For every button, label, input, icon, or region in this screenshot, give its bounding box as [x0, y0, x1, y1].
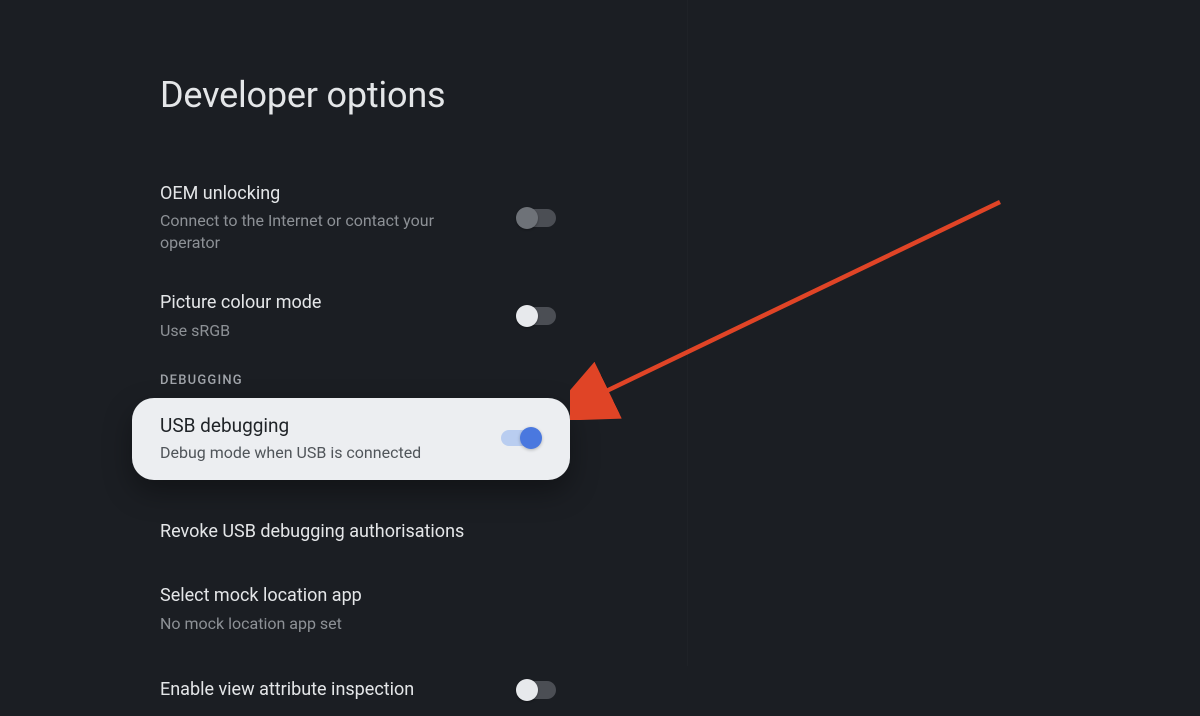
setting-picture-colour-mode[interactable]: Picture colour mode Use sRGB: [160, 279, 560, 353]
annotation-arrow-icon: [570, 190, 1015, 420]
setting-title: OEM unlocking: [160, 182, 476, 206]
section-header-debugging: DEBUGGING: [160, 373, 560, 388]
vertical-divider: [687, 0, 688, 666]
toggle-oem-unlocking[interactable]: [516, 206, 560, 230]
setting-title: Select mock location app: [160, 584, 520, 608]
setting-subtitle: Connect to the Internet or contact your …: [160, 210, 476, 253]
setting-revoke-usb-auth[interactable]: Revoke USB debugging authorisations: [160, 506, 560, 558]
setting-mock-location[interactable]: Select mock location app No mock locatio…: [160, 572, 560, 646]
toggle-usb-debugging[interactable]: [496, 426, 542, 450]
setting-title: USB debugging: [160, 414, 421, 437]
setting-subtitle: Debug mode when USB is connected: [160, 443, 421, 462]
setting-oem-unlocking[interactable]: OEM unlocking Connect to the Internet or…: [160, 170, 560, 265]
page-title: Developer options: [160, 74, 560, 116]
setting-title: Picture colour mode: [160, 291, 476, 315]
setting-subtitle: No mock location app set: [160, 613, 520, 635]
setting-title: Revoke USB debugging authorisations: [160, 520, 520, 544]
toggle-picture-colour-mode[interactable]: [516, 304, 560, 328]
setting-subtitle: Use sRGB: [160, 320, 476, 342]
setting-title: Enable view attribute inspection: [160, 678, 476, 702]
toggle-view-attribute-inspection[interactable]: [516, 678, 560, 702]
setting-usb-debugging[interactable]: USB debugging Debug mode when USB is con…: [132, 398, 570, 480]
setting-view-attribute-inspection[interactable]: Enable view attribute inspection: [160, 664, 560, 716]
settings-panel: Developer options OEM unlocking Connect …: [0, 0, 560, 716]
